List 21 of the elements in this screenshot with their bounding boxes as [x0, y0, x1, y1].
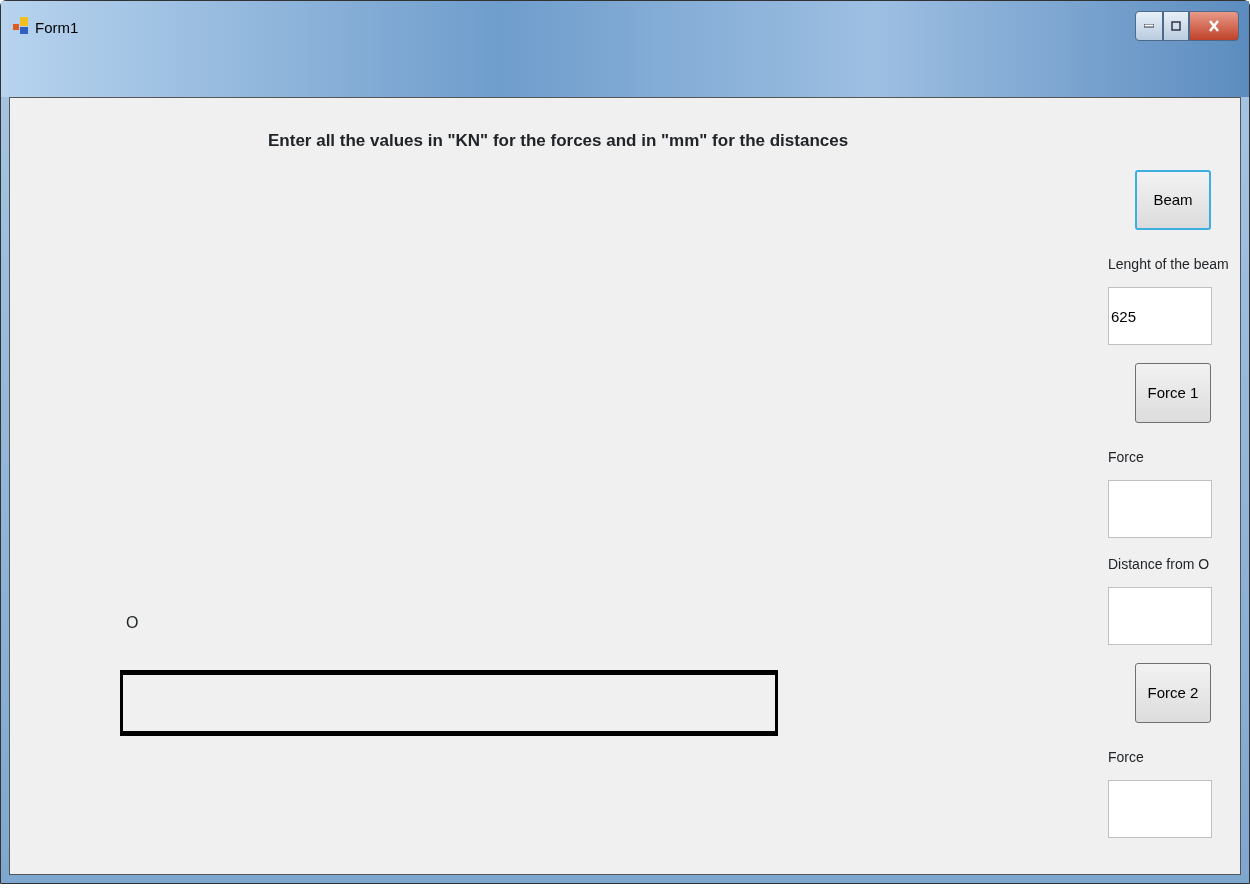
minimize-icon	[1144, 24, 1154, 28]
form-button[interactable]: Force 1	[1135, 363, 1211, 423]
minimize-button[interactable]	[1135, 11, 1163, 41]
field-label: Force	[1108, 448, 1145, 467]
close-icon	[1208, 19, 1220, 33]
app-icon	[13, 17, 29, 35]
window-title: Form1	[35, 18, 79, 38]
origin-label: O	[126, 613, 140, 633]
input-field[interactable]	[1108, 780, 1212, 838]
field-label: Distance from O	[1108, 555, 1211, 574]
field-label: Lenght of the beam	[1108, 255, 1228, 274]
input-field[interactable]: 625	[1108, 287, 1212, 345]
maximize-icon	[1171, 21, 1181, 31]
close-button[interactable]	[1189, 11, 1239, 41]
input-field[interactable]	[1108, 587, 1212, 645]
form-button[interactable]: Force 2	[1135, 663, 1211, 723]
field-label: Force	[1108, 748, 1145, 767]
form-button[interactable]: Beam	[1135, 170, 1211, 230]
maximize-button[interactable]	[1163, 11, 1189, 41]
instruction-text: Enter all the values in "KN" for the forces and in "mm" for the distances	[268, 130, 850, 152]
input-field[interactable]	[1108, 480, 1212, 538]
